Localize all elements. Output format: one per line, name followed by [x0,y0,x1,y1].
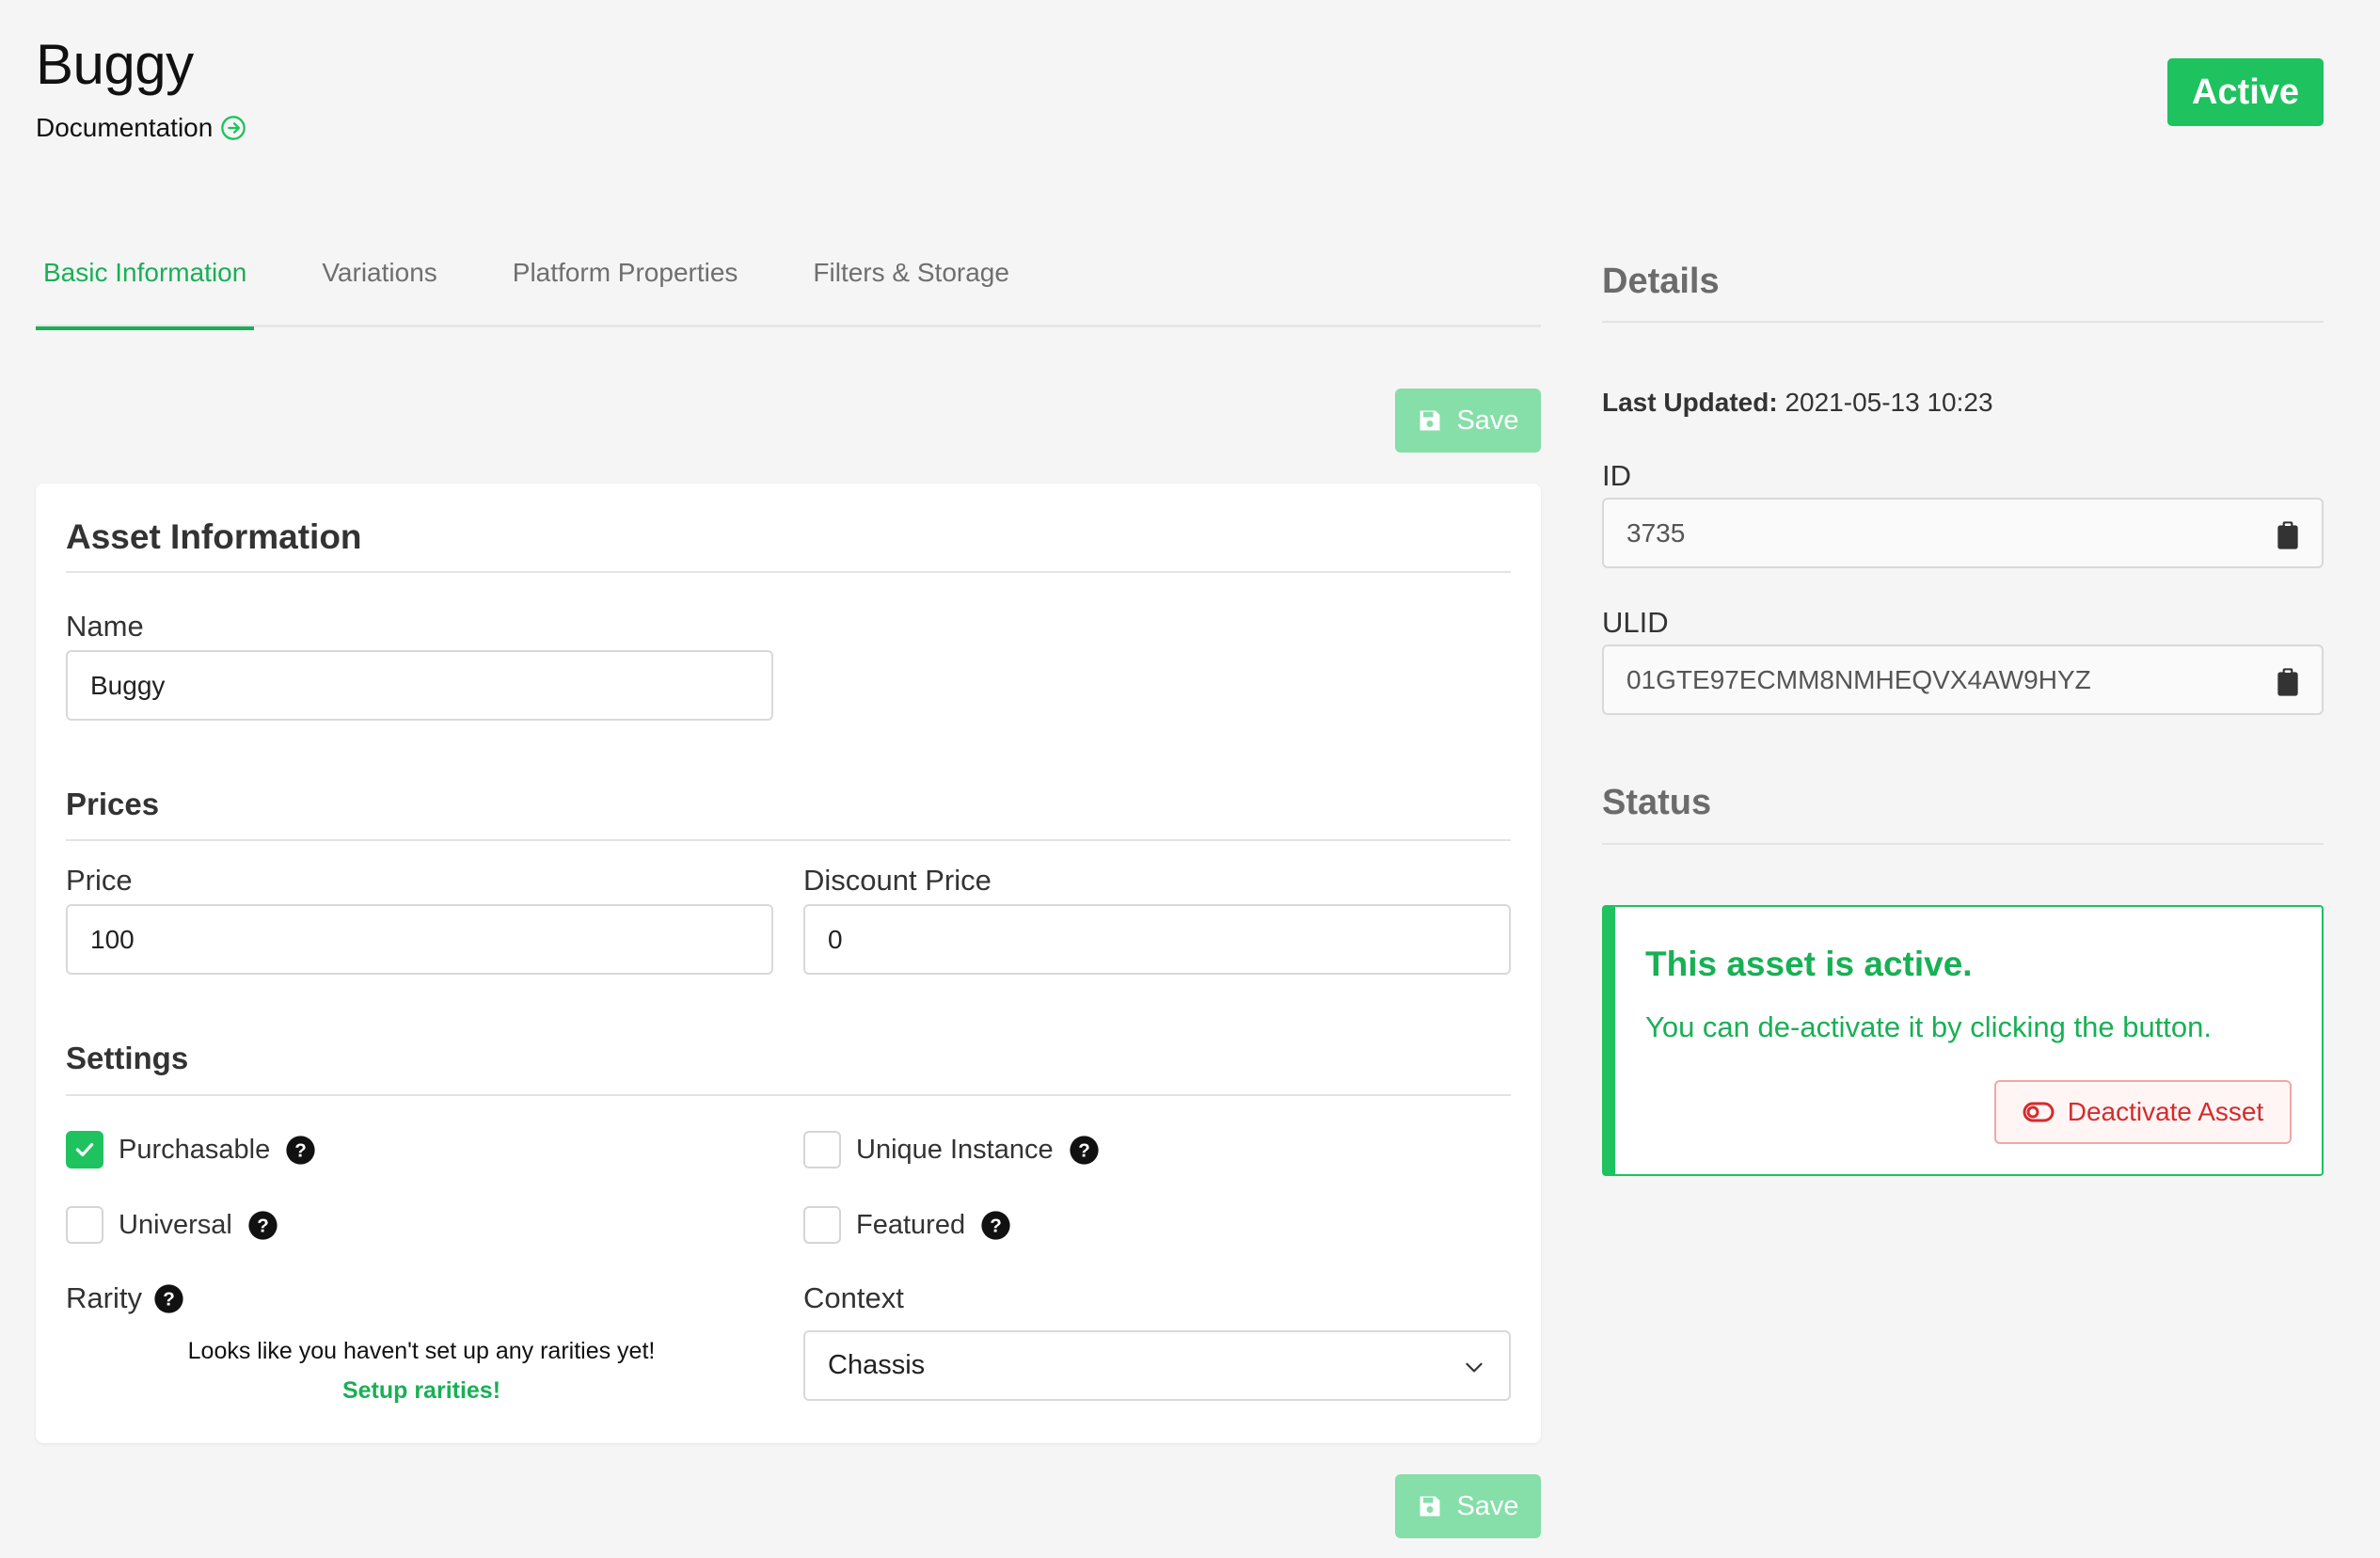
last-updated: Last Updated: 2021-05-13 10:23 [1602,388,1993,418]
svg-text:?: ? [257,1215,269,1236]
asset-information-title: Asset Information [66,517,362,556]
ulid-field[interactable]: 01GTE97ECMM8NMHEQVX4AW9HYZ [1602,644,2324,715]
id-label: ID [1602,459,1631,492]
context-value: Chassis [828,1350,926,1380]
id-value: 3735 [1626,517,1686,548]
documentation-link[interactable]: Documentation [36,113,246,143]
featured-checkbox[interactable] [803,1206,841,1244]
unique-instance-label: Unique Instance [856,1134,1054,1165]
details-heading: Details [1602,262,1720,301]
save-button-top[interactable]: Save [1395,389,1541,453]
deactivate-label: Deactivate Asset [2067,1097,2264,1126]
status-badge: Active [2167,58,2324,126]
price-input[interactable]: 100 [66,904,773,975]
toggle-off-icon [2023,1102,2055,1122]
prices-title: Prices [66,787,160,821]
tab-variations[interactable]: Variations [314,235,444,327]
svg-text:?: ? [1078,1139,1090,1161]
purchasable-option: Purchasable ? [66,1131,316,1168]
circle-arrow-right-icon [221,116,246,140]
divider [66,571,1511,573]
help-icon[interactable]: ? [153,1283,184,1314]
help-icon[interactable]: ? [247,1210,278,1241]
discount-price-input[interactable]: 0 [803,904,1511,975]
id-field[interactable]: 3735 [1602,498,2324,568]
check-icon [75,1142,94,1157]
clipboard-icon[interactable] [2275,667,2301,697]
universal-label: Universal [119,1209,232,1240]
help-icon[interactable]: ? [1069,1135,1100,1166]
context-label: Context [803,1281,904,1314]
unique-instance-checkbox[interactable] [803,1131,841,1168]
featured-label: Featured [856,1209,966,1240]
purchasable-checkbox[interactable] [66,1131,103,1168]
tab-bar: Basic Information Variations Platform Pr… [36,235,1541,330]
save-icon [1420,1496,1440,1517]
discount-price-label: Discount Price [803,864,992,897]
divider [1602,321,2324,323]
featured-option: Featured ? [803,1206,1011,1244]
context-select[interactable]: Chassis [803,1330,1511,1401]
rarity-header: Rarity ? [66,1281,184,1315]
last-updated-label: Last Updated: [1602,388,1778,417]
asset-edit-page: Buggy Documentation Active Basic Informa… [0,0,2380,1558]
help-icon[interactable]: ? [285,1135,316,1166]
tab-basic-information[interactable]: Basic Information [36,235,255,330]
save-label: Save [1456,1490,1519,1521]
divider [66,1094,1511,1096]
universal-option: Universal ? [66,1206,278,1244]
clipboard-icon[interactable] [2275,520,2301,550]
rarity-label: Rarity [66,1281,142,1314]
name-input[interactable]: Buggy [66,650,773,721]
svg-text:?: ? [163,1288,175,1310]
universal-checkbox[interactable] [66,1206,103,1244]
price-label: Price [66,864,133,897]
divider [1602,843,2324,845]
save-button-bottom[interactable]: Save [1395,1474,1541,1538]
page-title: Buggy [36,33,194,96]
documentation-label: Documentation [36,113,214,142]
status-heading: Status [1602,783,1712,822]
deactivate-asset-button[interactable]: Deactivate Asset [1994,1080,2292,1144]
asset-information-card: Asset Information Name Buggy Prices Pric… [36,484,1541,1443]
svg-text:?: ? [990,1215,1002,1236]
help-icon[interactable]: ? [980,1210,1011,1241]
chevron-down-icon [1466,1362,1483,1373]
unique-instance-option: Unique Instance ? [803,1131,1100,1168]
status-panel: This asset is active. You can de-activat… [1602,905,2324,1176]
save-icon [1420,410,1440,431]
status-title: This asset is active. [1645,945,1973,983]
setup-rarities-link[interactable]: Setup rarities! [36,1377,807,1405]
tab-filters-storage[interactable]: Filters & Storage [805,235,1017,327]
ulid-label: ULID [1602,606,1669,639]
divider [66,839,1511,841]
svg-text:?: ? [294,1139,307,1161]
tab-platform-properties[interactable]: Platform Properties [505,235,746,327]
ulid-value: 01GTE97ECMM8NMHEQVX4AW9HYZ [1626,664,2091,694]
settings-title: Settings [66,1041,189,1075]
purchasable-label: Purchasable [119,1134,271,1165]
last-updated-value: 2021-05-13 10:23 [1785,388,1993,417]
rarity-empty-message: Looks like you haven't set up any rariti… [187,1338,656,1364]
save-label: Save [1456,405,1519,436]
status-text: You can de-activate it by clicking the b… [1645,1010,2213,1043]
name-label: Name [66,610,144,643]
